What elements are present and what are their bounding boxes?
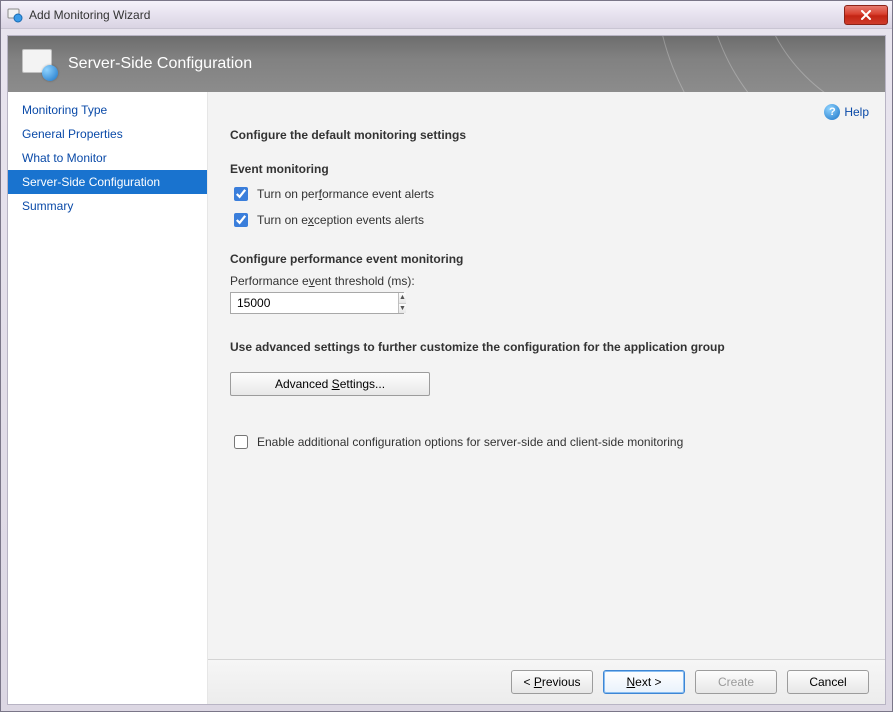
cancel-button[interactable]: Cancel <box>787 670 869 694</box>
advanced-settings-button[interactable]: Advanced Settings... <box>230 372 430 396</box>
sidebar-item-label: Monitoring Type <box>22 103 107 117</box>
sidebar-item-monitoring-type[interactable]: Monitoring Type <box>8 98 207 122</box>
spinner-up[interactable]: ▲ <box>399 293 406 304</box>
help-icon: ? <box>824 104 840 120</box>
threshold-input[interactable] <box>231 293 398 313</box>
help-link[interactable]: ? Help <box>824 104 869 120</box>
perf-config-heading: Configure performance event monitoring <box>230 252 863 266</box>
advanced-heading: Use advanced settings to further customi… <box>230 340 863 354</box>
sidebar-item-label: General Properties <box>22 127 123 141</box>
perf-alerts-checkbox[interactable] <box>234 187 248 201</box>
help-label: Help <box>844 105 869 119</box>
page-heading: Configure the default monitoring setting… <box>230 128 863 142</box>
app-icon <box>7 7 23 23</box>
threshold-label: Performance event threshold (ms): <box>230 274 863 288</box>
exception-alerts-checkbox[interactable] <box>234 213 248 227</box>
exception-alerts-row[interactable]: Turn on exception events alerts <box>230 210 863 230</box>
spinner-down[interactable]: ▼ <box>399 304 406 314</box>
sidebar-item-summary[interactable]: Summary <box>8 194 207 218</box>
sidebar-item-label: Server-Side Configuration <box>22 175 160 189</box>
close-button[interactable] <box>844 5 888 25</box>
exception-alerts-label: Turn on exception events alerts <box>257 213 424 227</box>
banner-icon <box>22 49 56 79</box>
close-icon <box>860 10 872 20</box>
sidebar-item-server-side-configuration[interactable]: Server-Side Configuration <box>8 170 207 194</box>
previous-button[interactable]: < Previous <box>511 670 593 694</box>
sidebar: Monitoring Type General Properties What … <box>8 92 208 704</box>
banner: Server-Side Configuration <box>8 36 885 92</box>
perf-alerts-label: Turn on performance event alerts <box>257 187 434 201</box>
wizard-window: Add Monitoring Wizard Server-Side Config… <box>0 0 893 712</box>
event-monitoring-heading: Event monitoring <box>230 162 863 176</box>
sidebar-item-label: What to Monitor <box>22 151 107 165</box>
additional-config-row[interactable]: Enable additional configuration options … <box>230 432 863 452</box>
window-title: Add Monitoring Wizard <box>29 8 844 22</box>
sidebar-item-what-to-monitor[interactable]: What to Monitor <box>8 146 207 170</box>
titlebar: Add Monitoring Wizard <box>1 1 892 29</box>
client-area: Server-Side Configuration Monitoring Typ… <box>7 35 886 705</box>
body: Monitoring Type General Properties What … <box>8 92 885 704</box>
sidebar-item-label: Summary <box>22 199 73 213</box>
sidebar-item-general-properties[interactable]: General Properties <box>8 122 207 146</box>
threshold-spinner: ▲ ▼ <box>230 292 404 314</box>
main-panel: ? Help Configure the default monitoring … <box>208 92 885 704</box>
content: Configure the default monitoring setting… <box>208 92 885 659</box>
perf-alerts-row[interactable]: Turn on performance event alerts <box>230 184 863 204</box>
spinner-buttons: ▲ ▼ <box>398 293 406 313</box>
banner-title: Server-Side Configuration <box>68 55 252 73</box>
create-button[interactable]: Create <box>695 670 777 694</box>
next-button[interactable]: Next > <box>603 670 685 694</box>
footer: < Previous Next > Create Cancel <box>208 659 885 704</box>
additional-config-checkbox[interactable] <box>234 435 248 449</box>
additional-config-label: Enable additional configuration options … <box>257 435 683 449</box>
banner-decor <box>545 36 885 92</box>
